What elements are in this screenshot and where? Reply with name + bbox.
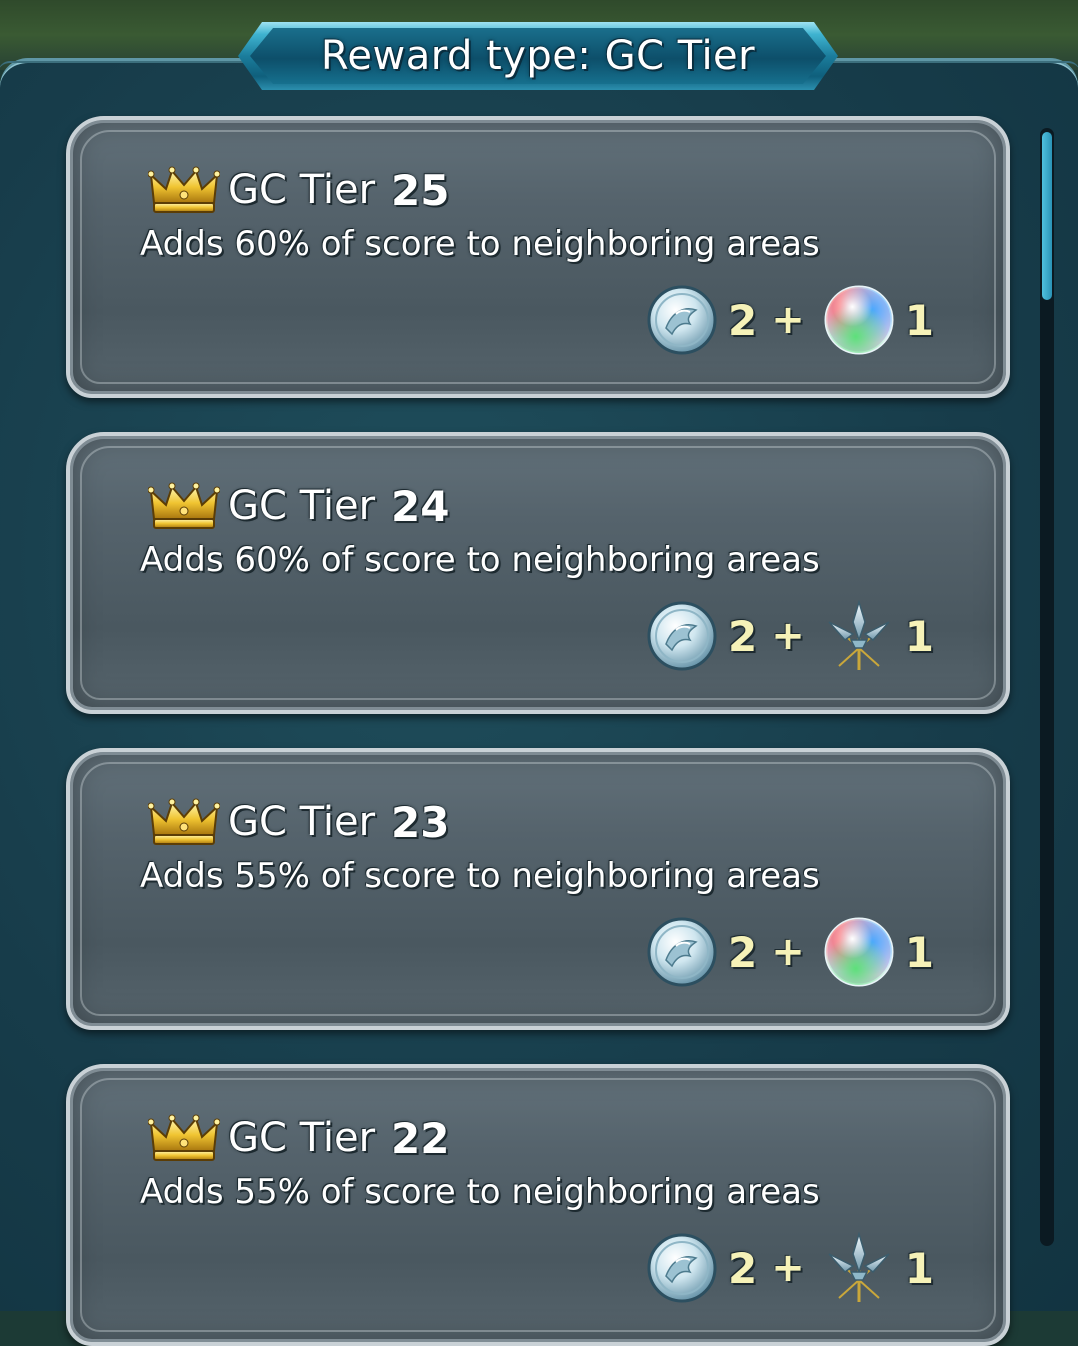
divine-dew-icon <box>646 916 718 988</box>
reward-description: Adds 60% of score to neighboring areas <box>140 224 820 264</box>
rainbow-orb-icon <box>823 284 895 356</box>
tier-label: GC Tier <box>228 799 376 845</box>
tier-number: 23 <box>391 797 450 847</box>
reward-items: 2 + 1 <box>646 912 934 992</box>
reward-card: GC Tier 22 Adds 55% of score to neighbor… <box>66 1064 1010 1346</box>
reward-quantity: 1 <box>904 1243 934 1293</box>
crown-icon <box>147 1113 221 1163</box>
plus-sign: + <box>771 929 805 975</box>
card-header: GC Tier 23 <box>147 792 450 852</box>
card-header: GC Tier 25 <box>147 160 450 220</box>
crown-icon <box>147 165 221 215</box>
crown-icon <box>147 481 221 531</box>
card-header: GC Tier 22 <box>147 1108 450 1168</box>
page-title: Reward type: GC Tier <box>320 33 756 79</box>
divine-dew-icon <box>646 284 718 356</box>
plus-sign: + <box>771 1245 805 1291</box>
tier-label: GC Tier <box>228 1115 376 1161</box>
reward-card: GC Tier 25 Adds 60% of score to neighbor… <box>66 116 1010 398</box>
title-banner-inner: Reward type: GC Tier <box>250 28 826 84</box>
divine-dew-icon <box>646 600 718 672</box>
tier-label: GC Tier <box>228 483 376 529</box>
rainbow-orb-icon <box>823 916 895 988</box>
reward-quantity: 2 <box>728 295 758 345</box>
reward-quantity: 1 <box>904 927 934 977</box>
reward-description: Adds 60% of score to neighboring areas <box>140 540 820 580</box>
divine-dew-icon <box>646 1232 718 1304</box>
card-header: GC Tier 24 <box>147 476 450 536</box>
reward-description: Adds 55% of score to neighboring areas <box>140 1172 820 1212</box>
reward-quantity: 1 <box>904 611 934 661</box>
tier-number: 22 <box>391 1113 450 1163</box>
tier-number: 25 <box>391 165 450 215</box>
plus-sign: + <box>771 297 805 343</box>
reward-quantity: 2 <box>728 1243 758 1293</box>
tier-number: 24 <box>391 481 450 531</box>
scrollbar-thumb[interactable] <box>1042 132 1052 300</box>
tier-label: GC Tier <box>228 167 376 213</box>
trident-icon <box>823 1231 895 1304</box>
reward-quantity: 2 <box>728 927 758 977</box>
crown-icon <box>147 797 221 847</box>
reward-items: 2 + 1 <box>646 280 934 360</box>
reward-card: GC Tier 24 Adds 60% of score to neighbor… <box>66 432 1010 714</box>
reward-quantity: 1 <box>904 295 934 345</box>
reward-items: 2 + 1 <box>646 596 934 676</box>
reward-description: Adds 55% of score to neighboring areas <box>140 856 820 896</box>
reward-quantity: 2 <box>728 611 758 661</box>
plus-sign: + <box>771 613 805 659</box>
reward-items: 2 + 1 <box>646 1228 934 1308</box>
reward-card: GC Tier 23 Adds 55% of score to neighbor… <box>66 748 1010 1030</box>
trident-icon <box>823 599 895 672</box>
